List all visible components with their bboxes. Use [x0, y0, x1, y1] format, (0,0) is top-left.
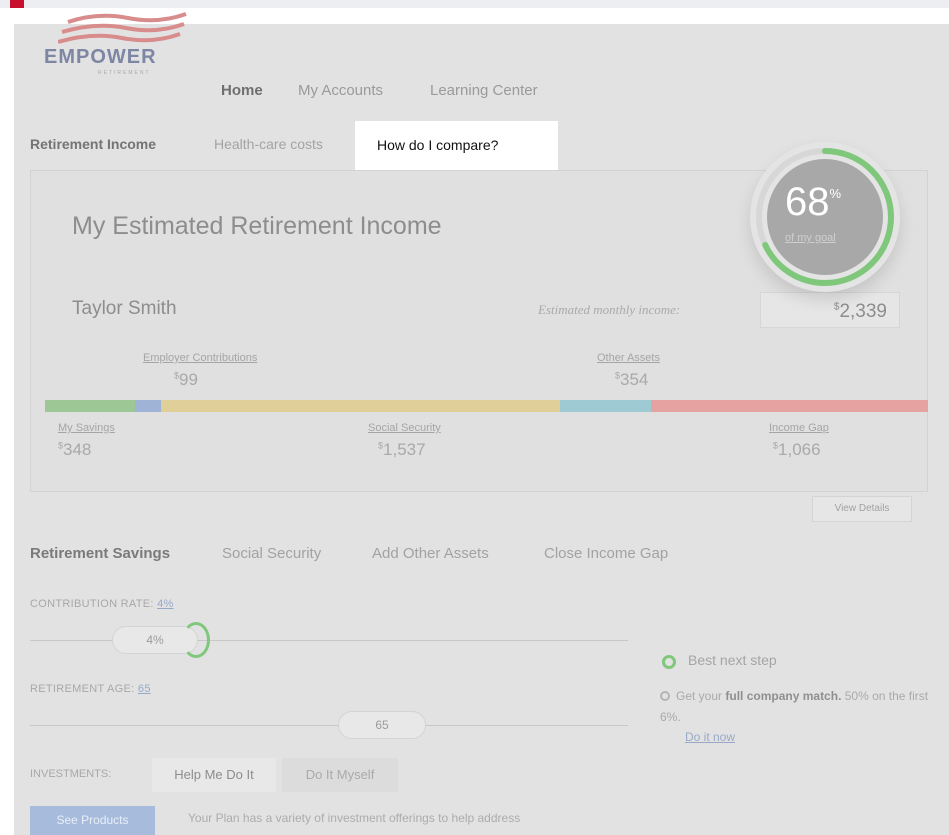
see-products-button[interactable]: See Products	[30, 806, 155, 835]
contribution-rate-label: CONTRIBUTION RATE: 4%	[30, 598, 174, 610]
best-next-step-title: Best next step	[688, 652, 777, 668]
bar-segment-other-assets	[559, 400, 652, 412]
bar-segment-my-savings	[45, 400, 136, 412]
employer-contributions-value: $99	[174, 370, 198, 389]
help-me-do-it-tab[interactable]: Help Me Do It	[152, 758, 276, 792]
income-gap-value: $1,066	[773, 440, 821, 459]
retirement-age-handle[interactable]: 65	[338, 711, 426, 739]
social-security-link[interactable]: Social Security	[368, 422, 441, 434]
bar-segment-income-gap	[651, 400, 928, 412]
tab-how-do-i-compare-label: How do I compare?	[377, 137, 499, 153]
my-savings-link[interactable]: My Savings	[58, 422, 115, 434]
do-it-now-link[interactable]: Do it now	[685, 730, 735, 744]
my-savings-value: $348	[58, 440, 92, 459]
flag-icon	[58, 12, 187, 44]
tab-how-do-i-compare[interactable]: How do I compare?	[355, 121, 558, 171]
social-security-value: $1,537	[378, 440, 426, 459]
estimated-income-box: $2,339	[760, 292, 900, 328]
contribution-rate-link[interactable]: 4%	[157, 598, 174, 610]
employer-contributions-link[interactable]: Employer Contributions	[143, 352, 257, 364]
do-it-myself-tab[interactable]: Do It Myself	[282, 758, 398, 792]
income-breakdown-bar	[45, 400, 928, 412]
target-icon	[660, 691, 670, 701]
logo-wordmark: EMPOWER	[44, 46, 157, 68]
gauge-percent: 68%	[785, 180, 842, 224]
nav-learning-center[interactable]: Learning Center	[430, 82, 538, 99]
tab-social-security[interactable]: Social Security	[222, 545, 321, 562]
retirement-age-track[interactable]	[30, 725, 628, 726]
other-assets-value: $354	[615, 370, 649, 389]
nav-my-accounts[interactable]: My Accounts	[298, 82, 383, 99]
goal-gauge[interactable]: 68% of my goal	[750, 142, 900, 292]
tab-health-care-costs[interactable]: Health-care costs	[214, 136, 323, 152]
tab-retirement-income[interactable]: Retirement Income	[30, 136, 156, 152]
plan-description: Your Plan has a variety of investment of…	[188, 811, 521, 825]
gauge-goal-link[interactable]: of my goal	[785, 232, 836, 244]
bar-segment-employer-contributions	[135, 400, 161, 412]
nav-home[interactable]: Home	[221, 82, 263, 99]
retirement-age-label: RETIREMENT AGE: 65	[30, 683, 151, 695]
estimated-income-label: Estimated monthly income:	[538, 302, 681, 317]
view-details-button[interactable]: View Details	[812, 496, 912, 522]
next-step-text: Get your full company match. 50% on the …	[660, 689, 929, 724]
other-assets-link[interactable]: Other Assets	[597, 352, 660, 364]
bar-segment-social-security	[160, 400, 560, 412]
tab-add-other-assets[interactable]: Add Other Assets	[372, 545, 489, 562]
tab-close-income-gap[interactable]: Close Income Gap	[544, 545, 668, 562]
income-title: My Estimated Retirement Income	[72, 212, 442, 240]
tab-retirement-savings[interactable]: Retirement Savings	[30, 545, 170, 562]
investments-label: INVESTMENTS:	[30, 768, 112, 780]
best-step-icon	[662, 655, 676, 669]
participant-name: Taylor Smith	[72, 298, 177, 319]
income-gap-link[interactable]: Income Gap	[769, 422, 829, 434]
accent-mark	[10, 0, 24, 8]
estimated-income-value: $2,339	[833, 301, 887, 322]
logo-subline: RETIREMENT	[98, 70, 151, 76]
retirement-age-link[interactable]: 65	[138, 683, 151, 695]
contribution-rate-arc	[182, 622, 210, 658]
empower-logo[interactable]: EMPOWER RETIREMENT	[28, 6, 187, 76]
